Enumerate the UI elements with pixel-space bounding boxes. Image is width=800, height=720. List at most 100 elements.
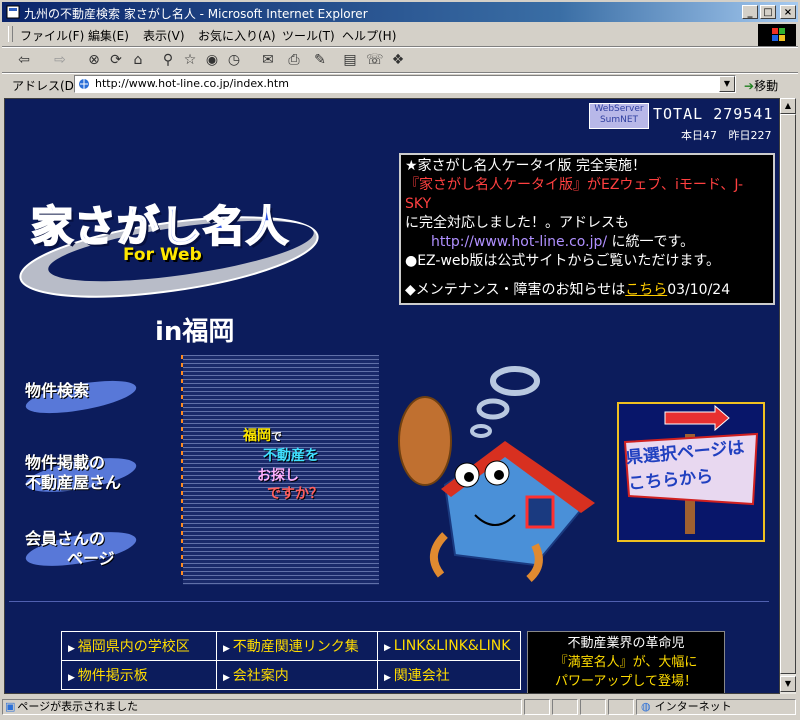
status-pane-3 — [552, 699, 578, 715]
toolbar: ⇦ ⇨ ⊗ ⟳ ⌂ ⚲ ☆ ◉ ◷ ✉ ⎙ ✎ ▤ ☏ ❖ — [2, 48, 798, 72]
prefecture-select-banner[interactable]: 県選択ページは こちらから — [617, 402, 765, 542]
stop-icon[interactable]: ⊗ — [86, 52, 102, 68]
notice-line4: ●EZ-web版は公式サイトからご覧いただけます。 — [405, 253, 721, 269]
total-label: TOTAL — [653, 105, 704, 123]
menu-view[interactable]: 表示(V) — [143, 27, 185, 44]
status-pane-2 — [524, 699, 550, 715]
internet-globe-icon: ◍ — [641, 700, 651, 713]
refresh-icon[interactable]: ⟳ — [108, 52, 124, 68]
member-line2: ページ — [67, 549, 115, 568]
ad-line2: 『満室名人』が、大幅に — [554, 655, 698, 670]
nav-member-page[interactable]: 会員さんの ページ — [25, 529, 115, 569]
link-row: 福岡県内の学校区 不動産関連リンク集 LINK&LINK&LINK — [61, 631, 521, 661]
search-icon[interactable]: ⚲ — [160, 52, 176, 68]
menu-edit[interactable]: 編集(E) — [88, 27, 129, 44]
edit-icon[interactable]: ✎ — [312, 52, 328, 68]
logo-subtitle: For Web — [123, 245, 202, 265]
page-content: WebServer SumNET TOTAL 279541 本日47 昨日227… — [4, 98, 780, 694]
catch-w2: 不動産 — [263, 448, 305, 464]
minimize-button[interactable]: _ — [742, 5, 758, 19]
status-text: ページが表示されました — [17, 700, 139, 713]
messenger-icon[interactable]: ☏ — [366, 52, 384, 68]
webserver-badge[interactable]: WebServer SumNET — [589, 103, 649, 129]
vertical-scrollbar[interactable]: ▲ ▼ — [780, 98, 796, 694]
region-label: in福岡 — [155, 317, 235, 347]
notice-box: ★家さがし名人ケータイ版 完全実施！ 『家さがし名人ケータイ版』がEZウェブ、i… — [399, 153, 775, 305]
link-affiliates[interactable]: 関連会社 — [377, 660, 521, 690]
scroll-thumb[interactable] — [780, 114, 796, 674]
scroll-up-button[interactable]: ▲ — [780, 98, 796, 114]
back-icon[interactable]: ⇦ — [16, 52, 32, 68]
address-dropdown-button[interactable]: ▼ — [719, 76, 735, 92]
total-counter: TOTAL 279541 — [653, 105, 773, 123]
ie-page-icon — [6, 5, 20, 19]
status-text-pane: ▣ ページが表示されました — [2, 699, 522, 715]
link-link-link[interactable]: LINK&LINK&LINK — [377, 631, 521, 661]
scroll-down-button[interactable]: ▼ — [780, 676, 796, 692]
notice-url-suffix: に統一です。 — [611, 234, 695, 250]
content-divider — [9, 601, 769, 602]
status-pane-4 — [580, 699, 606, 715]
catch-question: ですか？ — [267, 486, 323, 502]
window-title: 九州の不動産検索 家さがし名人 - Microsoft Internet Exp… — [24, 7, 368, 21]
notice-url[interactable]: http://www.hot-line.co.jp/ — [431, 234, 607, 250]
go-button[interactable]: ➔移動 — [744, 77, 778, 94]
page-icon — [79, 79, 89, 89]
catch-w1: 福岡 — [243, 428, 271, 444]
maintenance-text: ◆メンテナンス・障害のお知らせは — [405, 282, 626, 298]
notice-line1: ★家さがし名人ケータイ版 完全実施！ — [405, 158, 646, 174]
total-value: 279541 — [713, 105, 774, 123]
menu-tools[interactable]: ツール(T) — [282, 27, 335, 44]
nav-listing-agents[interactable]: 物件掲載の 不動産屋さん — [25, 453, 121, 493]
listing-line1: 物件掲載の — [25, 453, 106, 472]
title-bar: 九州の不動産検索 家さがし名人 - Microsoft Internet Exp… — [2, 2, 798, 22]
favorites-icon[interactable]: ☆ — [182, 52, 198, 68]
today-count: 本日47 — [681, 129, 717, 142]
manshitsu-meijin-ad[interactable]: 不動産業界の革命児 『満室名人』が、大幅に パワーアップして登場！ — [527, 631, 725, 693]
link-company-info[interactable]: 会社案内 — [216, 660, 378, 690]
house-mascot-image — [398, 366, 595, 583]
research-icon[interactable]: ❖ — [390, 52, 406, 68]
menu-favorites[interactable]: お気に入り(A) — [198, 27, 276, 44]
link-school-districts[interactable]: 福岡県内の学校区 — [61, 631, 217, 661]
catch-realestate: 不動産を — [263, 445, 319, 465]
close-button[interactable]: × — [780, 5, 796, 19]
member-line1: 会員さんの — [25, 529, 106, 548]
notice-line3: に完全対応しました！。アドレスも — [405, 215, 629, 231]
history-icon[interactable]: ◷ — [226, 52, 242, 68]
home-icon[interactable]: ⌂ — [130, 52, 146, 68]
link-realestate-links[interactable]: 不動産関連リンク集 — [216, 631, 378, 661]
address-input[interactable]: http://www.hot-line.co.jp/index.htm ▼ — [74, 75, 736, 93]
nav-property-search[interactable]: 物件検索 — [25, 381, 89, 401]
menu-help[interactable]: ヘルプ(H) — [342, 27, 396, 44]
maintenance-date: 03/10/24 — [667, 282, 731, 298]
status-pane-5 — [608, 699, 634, 715]
zone-text: インターネット — [654, 700, 732, 713]
menubar-grip — [8, 26, 13, 42]
catch-w2b: を — [305, 448, 319, 464]
discuss-icon[interactable]: ▤ — [342, 52, 358, 68]
address-label: アドレス(D) — [12, 79, 79, 93]
status-page-icon: ▣ — [5, 700, 16, 713]
maximize-button[interactable]: □ — [760, 5, 776, 19]
menu-bar: ファイル(F) 編集(E) 表示(V) お気に入り(A) ツール(T) ヘルプ(… — [2, 24, 798, 44]
daily-counts: 本日47 昨日227 — [681, 127, 772, 143]
mail-icon[interactable]: ✉ — [260, 52, 276, 68]
listing-line2: 不動産屋さん — [25, 473, 122, 492]
link-table: 福岡県内の学校区 不動産関連リンク集 LINK&LINK&LINK 物件掲示板 … — [61, 631, 521, 690]
prefecture-sign-text: 県選択ページは こちらから — [625, 435, 748, 497]
maintenance-link[interactable]: こちら — [625, 282, 667, 298]
catch-fukuoka: 福岡で — [243, 425, 282, 445]
link-row: 物件掲示板 会社案内 関連会社 — [61, 660, 521, 690]
menu-file[interactable]: ファイル(F) — [20, 27, 84, 44]
ad-line3: パワーアップして登場！ — [554, 674, 698, 689]
status-bar: ▣ ページが表示されました ◍ インターネット — [2, 697, 798, 718]
ad-line1: 不動産業界の革命児 — [567, 636, 685, 651]
media-icon[interactable]: ◉ — [204, 52, 220, 68]
zone-pane: ◍ インターネット — [636, 699, 796, 715]
print-icon[interactable]: ⎙ — [286, 52, 302, 68]
forward-icon[interactable]: ⇨ — [52, 52, 68, 68]
windows-logo-icon — [758, 24, 796, 46]
catch-search: お探し — [257, 468, 299, 484]
link-bulletin-board[interactable]: 物件掲示板 — [61, 660, 217, 690]
